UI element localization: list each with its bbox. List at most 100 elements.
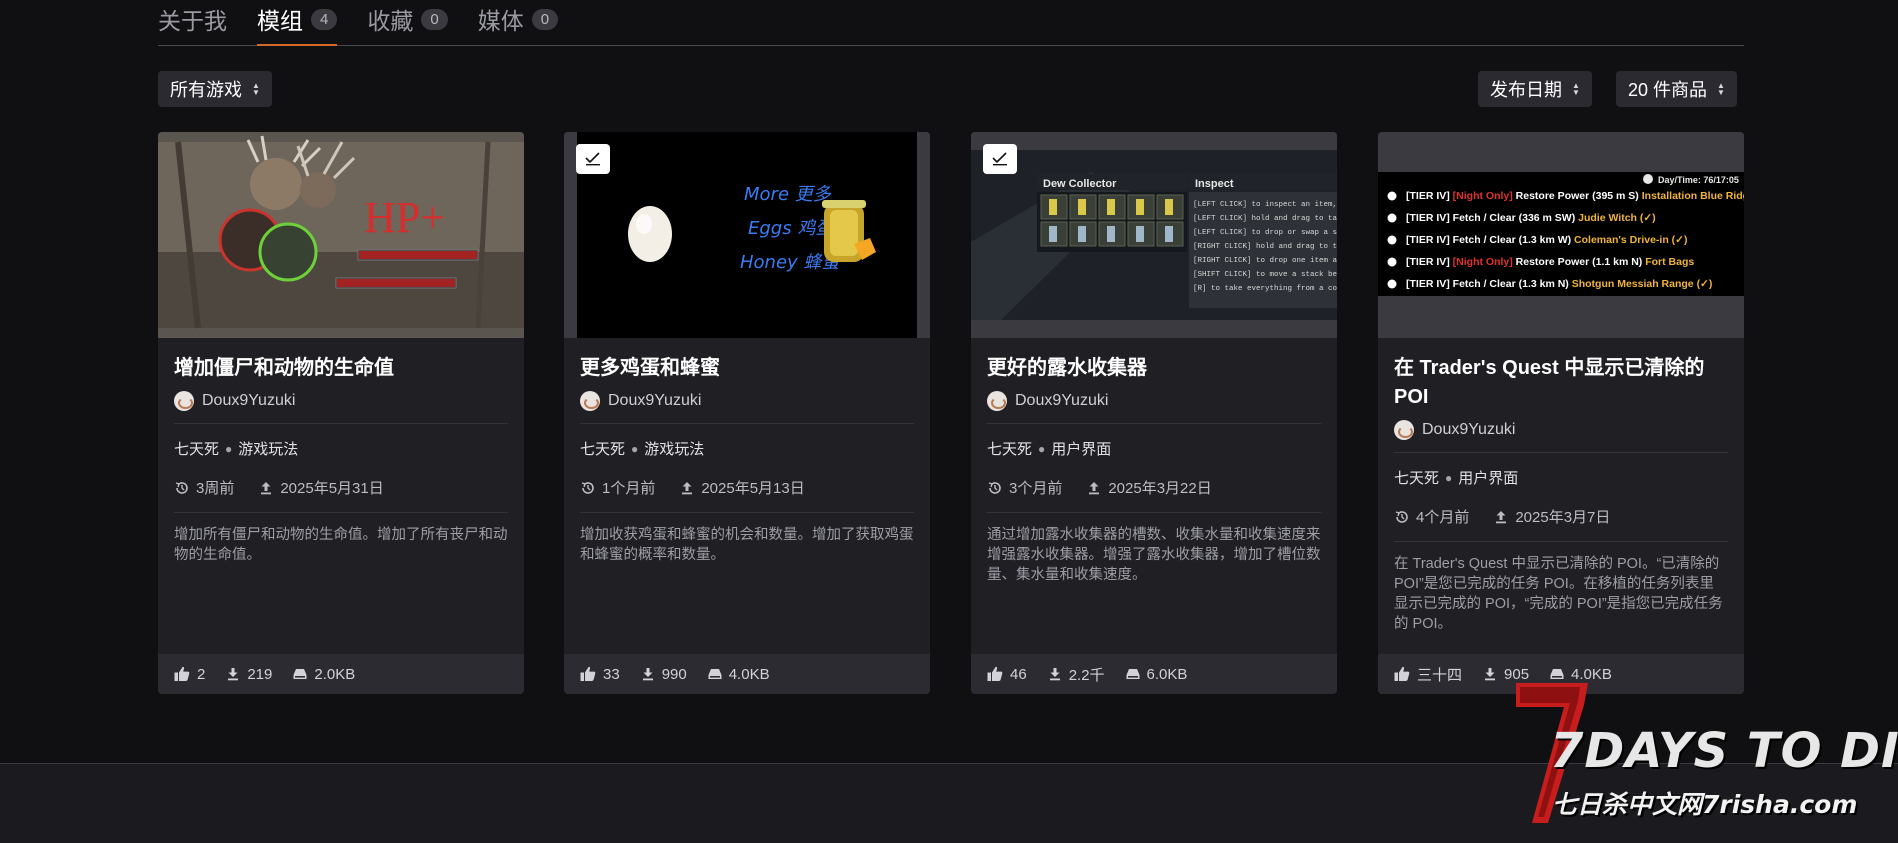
size-stat: 4.0KB xyxy=(707,666,770,683)
mod-author[interactable]: Doux9Yuzuki xyxy=(174,391,508,424)
tab-media[interactable]: 媒体 0 xyxy=(478,0,559,38)
page-size-select[interactable]: 20 件商品 ▲ ▼ xyxy=(1616,71,1737,107)
quest-place: Installation Blue Ridge (✓) xyxy=(1642,190,1744,202)
updated-text: 1个月前 xyxy=(602,480,656,497)
likes-stat: 2 xyxy=(173,665,205,683)
check-icon xyxy=(585,152,600,166)
thumb-inspect-title: Inspect xyxy=(1195,178,1234,190)
published-text: 2025年3月22日 xyxy=(1108,480,1212,497)
tab-mods[interactable]: 模组 4 xyxy=(257,0,338,46)
mod-title[interactable]: 更多鸡蛋和蜂蜜 xyxy=(580,354,914,383)
mod-card[interactable]: More 更多 Eggs 鸡蛋 Honey 蜂蜜 更多鸡蛋和蜂蜜 Doux9Yu… xyxy=(564,132,930,694)
svg-text:[TIER IV] [Night Only] Restore: [TIER IV] [Night Only] Restore Power (1.… xyxy=(1406,256,1694,268)
quest-task: Fetch / Clear (1.3 km N) xyxy=(1453,278,1569,290)
avatar xyxy=(174,391,194,411)
likes-count: 三十四 xyxy=(1417,666,1463,684)
sort-chevron-icon: ▲ ▼ xyxy=(1572,81,1580,97)
downloads-count: 990 xyxy=(661,665,687,683)
downloads-count: 219 xyxy=(247,665,273,683)
published-info: 2025年5月31日 xyxy=(258,477,384,498)
thumb-line: Eggs 鸡蛋 xyxy=(748,218,836,239)
author-name: Doux9Yuzuki xyxy=(608,392,702,409)
tab-collections[interactable]: 收藏 0 xyxy=(367,0,448,38)
category-name[interactable]: 游戏玩法 xyxy=(238,438,298,459)
tab-label: 收藏 xyxy=(367,8,414,34)
sort-chevron-icon: ▲ ▼ xyxy=(1717,81,1725,97)
quest-tier: [TIER IV] xyxy=(1406,256,1450,268)
category-name[interactable]: 游戏玩法 xyxy=(644,438,704,459)
upload-icon xyxy=(1089,481,1100,494)
updated-text: 3个月前 xyxy=(1009,480,1063,497)
thumb-help-line: [LEFT CLICK] to inspect an item, recipe xyxy=(1193,201,1337,209)
game-name[interactable]: 七天死 xyxy=(987,438,1032,459)
avatar xyxy=(1394,420,1414,440)
filter-bar: 所有游戏 ▲ ▼ 发布日期 ▲ ▼ 20 件商品 ▲ ▼ xyxy=(158,71,1744,109)
game-filter-select[interactable]: 所有游戏 ▲ ▼ xyxy=(158,71,272,107)
hard-drive-icon xyxy=(293,669,307,679)
mod-thumbnail-image: More 更多 Eggs 鸡蛋 Honey 蜂蜜 xyxy=(564,132,930,338)
tab-count-badge: 0 xyxy=(531,8,559,30)
mod-card[interactable]: HP+ 增加僵尸和动物的生命值 Doux9Yuzuki 七天死 ● 游戏玩法 3… xyxy=(158,132,524,694)
downloads-stat: 219 xyxy=(225,666,272,683)
quest-task: Restore Power (395 m S) xyxy=(1516,190,1639,202)
mod-meta: 3周前 2025年5月31日 xyxy=(174,477,508,513)
quest-task: Fetch / Clear (1.3 km W) xyxy=(1453,234,1571,246)
quest-place: Shotgun Messiah Range (✓) xyxy=(1572,278,1713,290)
watermark-subtitle: 七日杀中文网7risha.com xyxy=(1552,790,1858,819)
published-text: 2025年5月13日 xyxy=(701,480,805,497)
mod-card[interactable]: Day/Time: 76/17:05 [TIER IV] [Night Only… xyxy=(1378,132,1744,694)
likes-stat: 46 xyxy=(986,665,1027,683)
mod-thumbnail[interactable]: More 更多 Eggs 鸡蛋 Honey 蜂蜜 xyxy=(564,132,930,338)
thumb-line: More 更多 xyxy=(744,184,832,205)
svg-text:[TIER IV] Fetch / Clear (1.3 k: [TIER IV] Fetch / Clear (1.3 km W) Colem… xyxy=(1406,234,1687,246)
mod-thumbnail-image: Dew Collector Inspect [LEFT CLICK] to in… xyxy=(971,132,1337,338)
size-text: 6.0KB xyxy=(1146,665,1188,683)
separator-dot: ● xyxy=(1038,441,1046,456)
hard-drive-icon xyxy=(708,669,722,679)
tracked-checkbox[interactable] xyxy=(983,144,1017,174)
game-name[interactable]: 七天死 xyxy=(580,438,625,459)
published-info: 2025年3月7日 xyxy=(1493,506,1610,527)
separator-dot: ● xyxy=(631,441,639,456)
mod-thumbnail-image: HP+ xyxy=(158,132,524,338)
mod-thumbnail[interactable]: HP+ xyxy=(158,132,524,338)
mod-author[interactable]: Doux9Yuzuki xyxy=(987,391,1321,424)
history-icon xyxy=(175,481,188,494)
mod-thumbnail[interactable]: Day/Time: 76/17:05 [TIER IV] [Night Only… xyxy=(1378,132,1744,338)
quest-place: Judie Witch (✓) xyxy=(1578,212,1656,224)
game-name[interactable]: 七天死 xyxy=(174,438,219,459)
sort-chevron-icon: ▲ ▼ xyxy=(252,81,260,97)
published-info: 2025年5月13日 xyxy=(679,477,805,498)
tab-about[interactable]: 关于我 xyxy=(158,0,227,38)
hard-drive-icon xyxy=(1126,669,1140,679)
mod-title[interactable]: 在 Trader's Quest 中显示已清除的 POI xyxy=(1394,354,1728,412)
mod-author[interactable]: Doux9Yuzuki xyxy=(580,391,914,424)
published-info: 2025年3月22日 xyxy=(1086,477,1212,498)
thumb-help-line: [R] to take everything from a container xyxy=(1193,285,1337,293)
upload-icon xyxy=(261,481,272,494)
quest-task: Restore Power (1.1 km N) xyxy=(1516,256,1643,268)
profile-page: 关于我 模组 4 收藏 0 媒体 0 所有游戏 ▲ ▼ 发布日期 ▲ ▼ 20 件商… xyxy=(158,0,1744,694)
download-icon xyxy=(1049,668,1060,681)
mod-categories: 七天死 ● 游戏玩法 xyxy=(174,438,508,459)
updated-info: 4个月前 xyxy=(1394,506,1469,527)
likes-count: 33 xyxy=(603,665,620,683)
quest-tier: [TIER IV] xyxy=(1406,278,1450,290)
mod-meta: 3个月前 2025年3月22日 xyxy=(987,477,1321,513)
category-name[interactable]: 用户界面 xyxy=(1051,438,1111,459)
mod-author[interactable]: Doux9Yuzuki xyxy=(1394,420,1728,453)
mod-thumbnail[interactable]: Dew Collector Inspect [LEFT CLICK] to in… xyxy=(971,132,1337,338)
mod-title[interactable]: 更好的露水收集器 xyxy=(987,354,1321,383)
tab-label: 模组 xyxy=(257,8,303,34)
tracked-checkbox[interactable] xyxy=(576,144,610,174)
mod-title[interactable]: 增加僵尸和动物的生命值 xyxy=(174,354,508,383)
game-name[interactable]: 七天死 xyxy=(1394,467,1439,488)
sort-select[interactable]: 发布日期 ▲ ▼ xyxy=(1478,71,1592,107)
mod-card[interactable]: Dew Collector Inspect [LEFT CLICK] to in… xyxy=(971,132,1337,694)
profile-tabs: 关于我 模组 4 收藏 0 媒体 0 xyxy=(158,0,1744,46)
mod-grid: HP+ 增加僵尸和动物的生命值 Doux9Yuzuki 七天死 ● 游戏玩法 3… xyxy=(158,132,1744,694)
thumb-panel-title: Dew Collector xyxy=(1043,178,1117,190)
likes-stat: 33 xyxy=(579,665,620,683)
separator-dot: ● xyxy=(1445,470,1453,485)
category-name[interactable]: 用户界面 xyxy=(1458,467,1518,488)
